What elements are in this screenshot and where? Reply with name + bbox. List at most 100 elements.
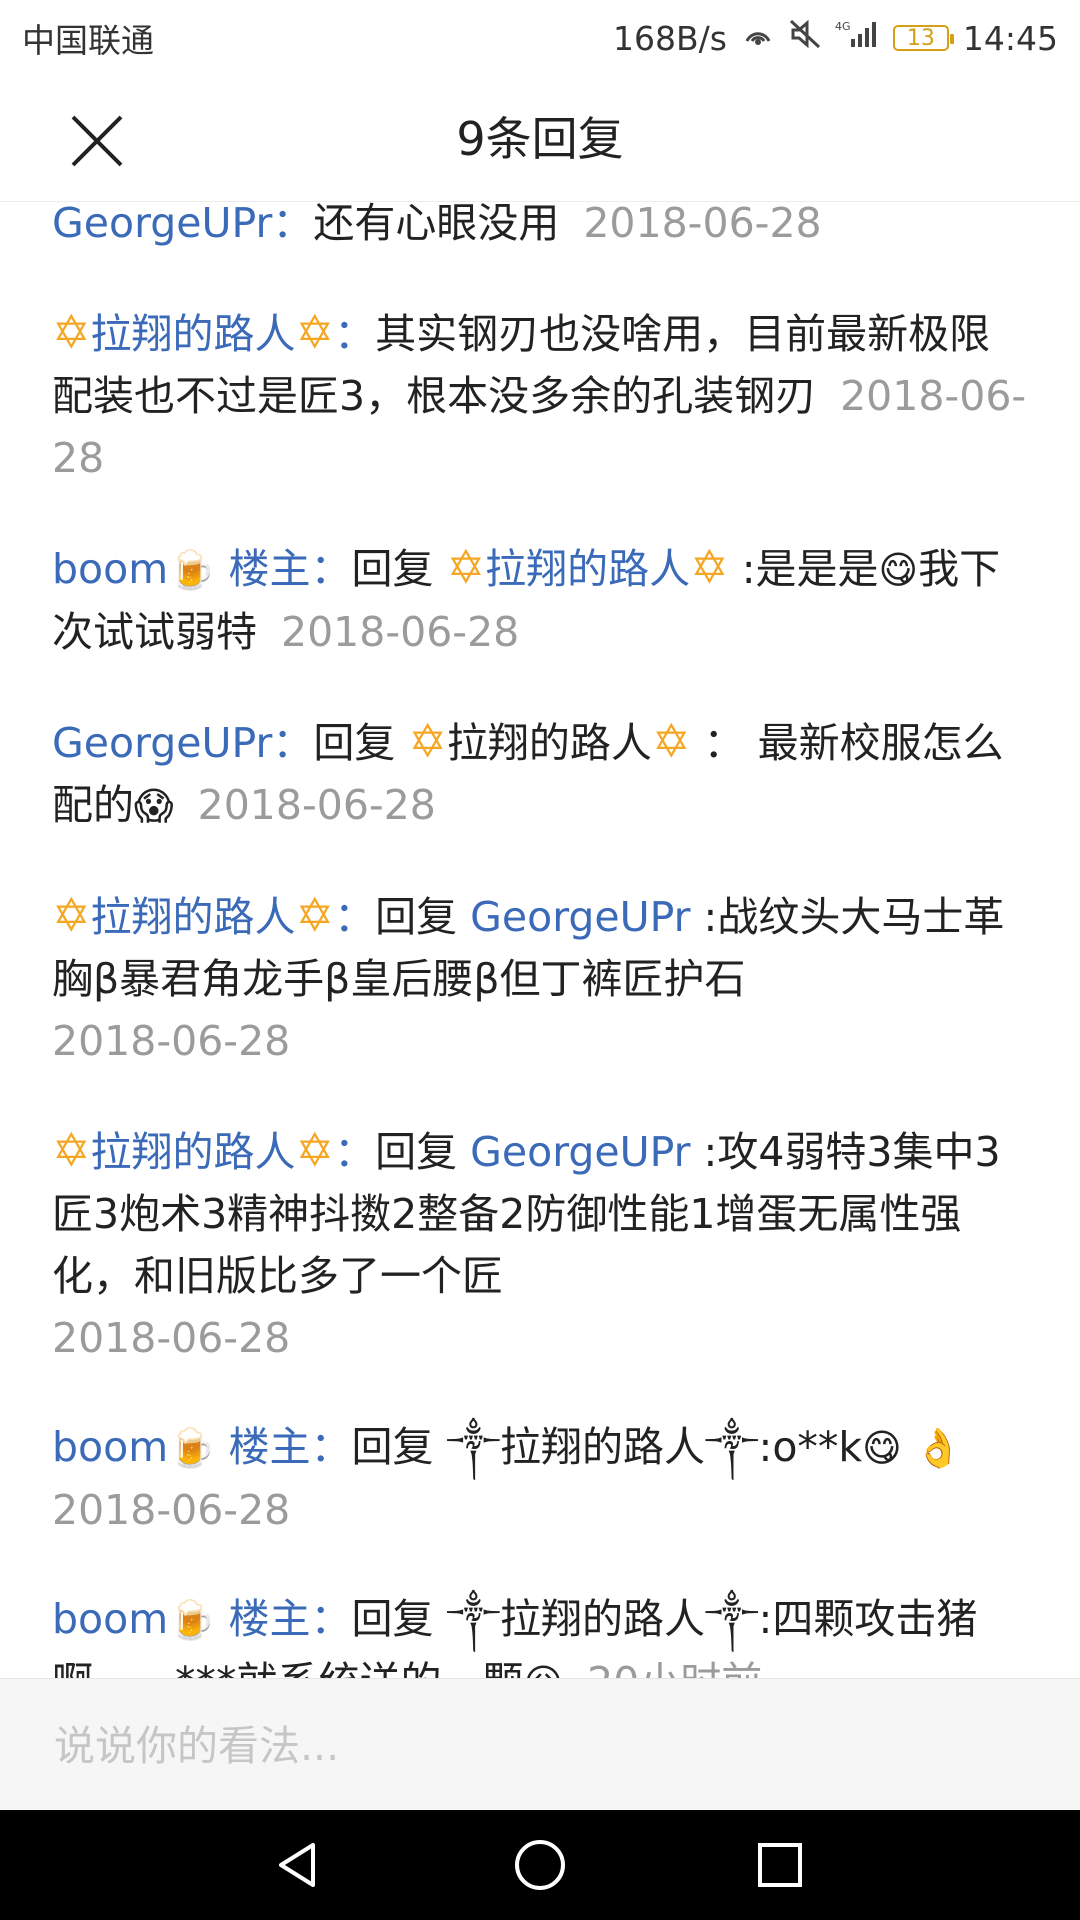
reply-colon: ： (272, 719, 314, 767)
nav-recents-button[interactable] (735, 1820, 825, 1910)
reply-date: 2018-06-28 (52, 1486, 291, 1534)
reply-author[interactable]: boom (52, 1595, 168, 1643)
list-item: boom🍺 楼主：回复 ✡拉翔的路人✡ :是是是😋我下次试试弱特 2018-06-… (52, 536, 1028, 663)
reply-author-link[interactable]: ✡拉翔的路人✡ (52, 305, 334, 359)
reply-word: 回复 (313, 719, 396, 767)
reply-author-link[interactable]: ✡拉翔的路人✡ (52, 1123, 334, 1177)
owner-tag: 楼主 (228, 1595, 311, 1643)
close-button[interactable] (62, 106, 132, 176)
list-item: ✡拉翔的路人✡：其实钢刃也没啥用，目前最新极限配装也不过是匠3，根本没多余的孔装… (52, 301, 1028, 489)
list-item: GeorgeUPr：还有心眼没用 2018-06-28 (52, 202, 1028, 254)
reply-colon: ： (310, 545, 352, 593)
beer-emoji-icon: 🍺 (168, 1426, 216, 1470)
reply-colon: ： (272, 202, 314, 247)
list-item: boom🍺 楼主：回复 ༒拉翔的路人༒:o**k😋 👌 2018-06-28 (52, 1416, 1028, 1541)
close-icon (71, 115, 123, 167)
reply-author: 拉翔的路人 (90, 893, 296, 941)
back-triangle-icon (279, 1843, 315, 1887)
yum-emoji-icon: 😋 (878, 548, 919, 592)
tibetan-mark-icon: ༒ (446, 1423, 501, 1471)
system-nav-bar (0, 1810, 1080, 1920)
reply-date: 2018-06-28 (281, 608, 520, 656)
reply-author: 拉翔的路人 (90, 1128, 296, 1176)
star-of-david-icon: ✡ (52, 305, 91, 359)
list-item: GeorgeUPr：回复 ✡拉翔的路人✡ ： 最新校服怎么配的😱 2018-06-… (52, 710, 1028, 837)
star-of-david-icon: ✡ (651, 714, 691, 768)
reply-colon: ： (310, 1595, 352, 1643)
clock: 14:45 (962, 18, 1058, 58)
reply-author[interactable]: boom (52, 1423, 168, 1471)
reply-colon: ： (334, 310, 376, 358)
star-of-david-icon: ✡ (690, 540, 729, 594)
recents-square-icon (758, 1843, 802, 1887)
mention-name[interactable]: 拉翔的路人 (447, 719, 652, 767)
reply-date: 2018-06-28 (52, 1017, 291, 1065)
star-of-david-icon: ✡ (295, 1123, 335, 1177)
replies-header: 9条回复 (0, 76, 1080, 202)
signal-icon: 4G (835, 19, 879, 57)
reply-list[interactable]: GeorgeUPr：还有心眼没用 2018-06-28 ✡拉翔的路人✡：其实钢刃也… (0, 202, 1080, 1678)
reply-text: :是是是 (741, 545, 879, 593)
confounded-emoji-icon: 😖 (524, 1661, 564, 1678)
star-of-david-icon: ✡ (295, 888, 335, 942)
battery-level: 13 (906, 25, 935, 51)
reply-word: 回复 (351, 545, 434, 593)
reply-author[interactable]: GeorgeUPr (52, 202, 272, 247)
reply-colon: ： (310, 1423, 352, 1471)
star-of-david-icon: ✡ (52, 1123, 91, 1177)
yum-emoji-icon: 😋 (862, 1426, 902, 1470)
ok-hand-emoji-icon: 👌 (914, 1426, 963, 1470)
mention-name: 拉翔的路人 (485, 545, 691, 593)
reply-colon: ： (334, 1128, 376, 1176)
reply-word: 回复 (351, 1423, 434, 1471)
tibetan-mark-icon: ༒ (446, 1595, 501, 1643)
comment-input[interactable] (52, 1679, 1028, 1813)
network-speed: 168B/s (612, 18, 727, 58)
star-of-david-icon: ✡ (295, 305, 335, 359)
reply-colon: ： (334, 893, 376, 941)
beer-emoji-icon: 🍺 (168, 1598, 216, 1642)
star-of-david-icon: ✡ (446, 540, 486, 594)
beer-emoji-icon: 🍺 (168, 548, 216, 592)
reply-author-link[interactable]: ✡拉翔的路人✡ (52, 888, 334, 942)
tibetan-mark-icon: ༒ (705, 1595, 759, 1643)
status-icons: 168B/s 4G 13 14:45 (613, 19, 1058, 58)
list-item: ✡拉翔的路人✡：回复 GeorgeUPr :战纹头大马士革胸β暴君角龙手β皇后腰… (52, 884, 1028, 1072)
page-title: 9条回复 (456, 112, 624, 166)
mention-name[interactable]: 拉翔的路人 (500, 1423, 705, 1471)
status-bar: 中国联通 168B/s 4G 13 14:45 (0, 0, 1080, 76)
mention-name[interactable]: GeorgeUPr (470, 1128, 690, 1176)
list-item: boom🍺 楼主：回复 ༒拉翔的路人༒:四颗攻击猪啊。。。***就系统送的一颗😖… (52, 1588, 1028, 1678)
star-of-david-icon: ✡ (52, 888, 91, 942)
reply-date: 2018-06-28 (197, 781, 436, 829)
nav-home-button[interactable] (495, 1820, 585, 1910)
carrier-label: 中国联通 (22, 21, 154, 60)
mention-name[interactable]: GeorgeUPr (470, 893, 690, 941)
reply-word: 回复 (375, 893, 458, 941)
mention-name[interactable]: 拉翔的路人 (500, 1595, 705, 1643)
star-of-david-icon: ✡ (408, 714, 447, 768)
owner-tag: 楼主 (228, 545, 311, 593)
reply-date: 20小时前 (587, 1658, 762, 1678)
battery-icon: 13 (892, 25, 954, 51)
comment-bar (0, 1678, 1080, 1813)
owner-tag: 楼主 (228, 1423, 311, 1471)
reply-date: 2018-06-28 (583, 202, 822, 247)
tibetan-mark-icon: ༒ (705, 1423, 759, 1471)
reply-author: 拉翔的路人 (90, 310, 296, 358)
hotspot-icon (741, 19, 775, 57)
reply-date: 2018-06-28 (52, 1314, 291, 1362)
reply-text: 还有心眼没用 (313, 202, 560, 247)
reply-text: :o**k (758, 1423, 863, 1471)
scream-emoji-icon: 😱 (134, 784, 174, 828)
reply-author[interactable]: boom (52, 545, 168, 593)
mute-icon (789, 19, 821, 57)
reply-word: 回复 (351, 1595, 434, 1643)
nav-back-button[interactable] (255, 1820, 345, 1910)
mention-link[interactable]: ✡拉翔的路人✡ (447, 540, 729, 594)
reply-author[interactable]: GeorgeUPr (52, 719, 272, 767)
list-item: ✡拉翔的路人✡：回复 GeorgeUPr :攻4弱特3集中3匠3炮术3精神抖擞2… (52, 1119, 1028, 1369)
home-circle-icon (515, 1840, 565, 1890)
reply-word: 回复 (375, 1128, 458, 1176)
svg-text:4G: 4G (835, 20, 851, 33)
